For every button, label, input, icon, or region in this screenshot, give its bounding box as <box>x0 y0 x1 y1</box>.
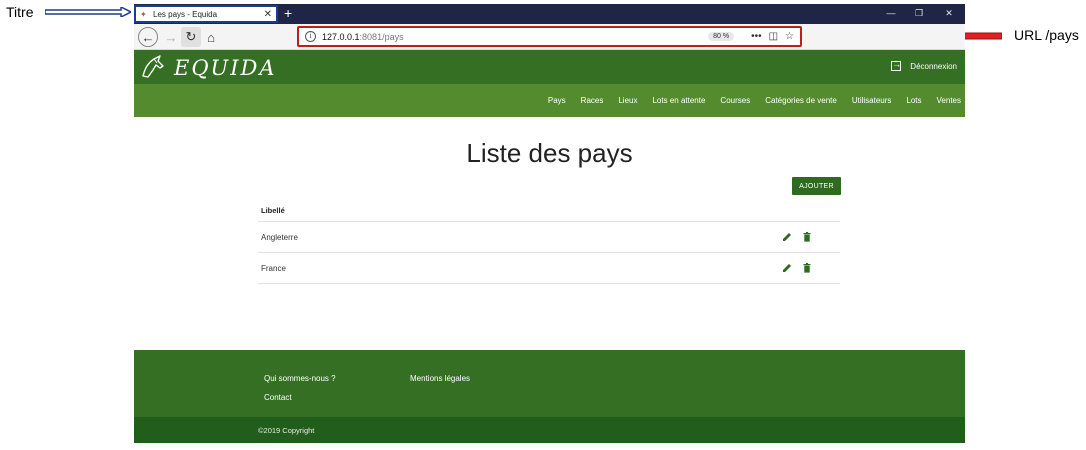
browser-window: ✦ Les pays - Equida ✕ + — ❐ ✕ ← → ↻ ⌂ i … <box>134 4 965 444</box>
back-arrow-icon[interactable]: ← <box>138 27 158 47</box>
footer-link-legal[interactable]: Mentions légales <box>410 374 470 383</box>
window-close-icon[interactable]: ✕ <box>937 4 961 22</box>
nav-items: Pays Races Lieux Lots en attente Courses… <box>533 84 961 117</box>
countries-table: Libellé Angleterre France <box>258 200 840 284</box>
annotation-title-label: Titre <box>6 4 34 20</box>
reload-icon[interactable]: ↻ <box>181 27 201 47</box>
site-footer: Qui sommes-nous ? Mentions légales Conta… <box>134 350 965 417</box>
edit-pencil-icon[interactable] <box>782 232 792 242</box>
pocket-icon[interactable]: ◫ <box>769 31 778 42</box>
close-tab-icon[interactable]: ✕ <box>264 9 272 20</box>
url-path: :8081/pays <box>359 31 404 42</box>
country-name: France <box>261 263 286 273</box>
annotation-arrow-title <box>45 7 131 17</box>
site-header: EQUIDA Déconnexion <box>134 50 965 84</box>
nav-item-races[interactable]: Races <box>581 96 604 105</box>
country-name: Angleterre <box>261 232 298 242</box>
annotation-url-label: URL /pays <box>1014 27 1079 43</box>
nav-item-utilisateurs[interactable]: Utilisateurs <box>852 96 892 105</box>
new-tab-icon[interactable]: + <box>284 4 292 22</box>
site-logo-text[interactable]: EQUIDA <box>174 56 277 80</box>
zoom-indicator[interactable]: 80 % <box>708 32 735 41</box>
nav-item-courses[interactable]: Courses <box>720 96 750 105</box>
nav-item-lieux[interactable]: Lieux <box>618 96 637 105</box>
table-row: Angleterre <box>258 222 840 253</box>
browser-toolbar: ← → ↻ ⌂ i 127.0.0.1:8081/pays 80 % ••• ◫… <box>134 24 965 50</box>
horse-favicon-icon: ✦ <box>140 9 147 19</box>
forward-arrow-icon[interactable]: → <box>161 27 181 47</box>
minimize-icon[interactable]: — <box>879 4 903 22</box>
site-nav: Pays Races Lieux Lots en attente Courses… <box>134 84 965 117</box>
screenshot-root: Titre URL /pays ✦ Les pays - Equida ✕ + … <box>0 0 1086 450</box>
home-icon[interactable]: ⌂ <box>201 27 221 47</box>
logout-label: Déconnexion <box>910 61 957 71</box>
copyright-text: ©2019 Copyright <box>258 426 315 435</box>
add-button[interactable]: AJOUTER <box>792 177 841 195</box>
table-row: France <box>258 253 840 284</box>
nav-item-pays[interactable]: Pays <box>548 96 566 105</box>
nav-item-lots[interactable]: Lots <box>906 96 921 105</box>
tab-bar: ✦ Les pays - Equida ✕ + — ❐ ✕ <box>134 4 965 24</box>
horse-logo-icon <box>142 55 164 78</box>
page-title: Liste des pays <box>466 138 633 168</box>
info-icon[interactable]: i <box>305 31 316 42</box>
url-host: 127.0.0.1 <box>322 31 360 42</box>
logout-link[interactable]: Déconnexion <box>891 59 957 71</box>
footer-link-contact[interactable]: Contact <box>264 393 292 402</box>
column-header-libelle: Libellé <box>258 200 840 222</box>
url-bar[interactable]: i 127.0.0.1:8081/pays 80 % ••• ◫ ☆ <box>297 26 802 47</box>
delete-trash-icon[interactable] <box>802 232 812 242</box>
nav-item-ventes[interactable]: Ventes <box>937 96 961 105</box>
footer-link-about[interactable]: Qui sommes-nous ? <box>264 374 336 383</box>
page-actions-icon[interactable]: ••• <box>751 31 762 42</box>
bookmark-star-icon[interactable]: ☆ <box>785 31 794 42</box>
nav-item-categories-de-vente[interactable]: Catégories de vente <box>765 96 837 105</box>
browser-tab-active[interactable]: ✦ Les pays - Equida ✕ <box>134 5 278 23</box>
logout-icon <box>891 59 902 71</box>
nav-item-lots-en-attente[interactable]: Lots en attente <box>652 96 705 105</box>
copyright-bar: ©2019 Copyright <box>134 417 965 443</box>
tab-title: Les pays - Equida <box>153 9 218 19</box>
delete-trash-icon[interactable] <box>802 263 812 273</box>
restore-icon[interactable]: ❐ <box>907 4 931 22</box>
edit-pencil-icon[interactable] <box>782 263 792 273</box>
